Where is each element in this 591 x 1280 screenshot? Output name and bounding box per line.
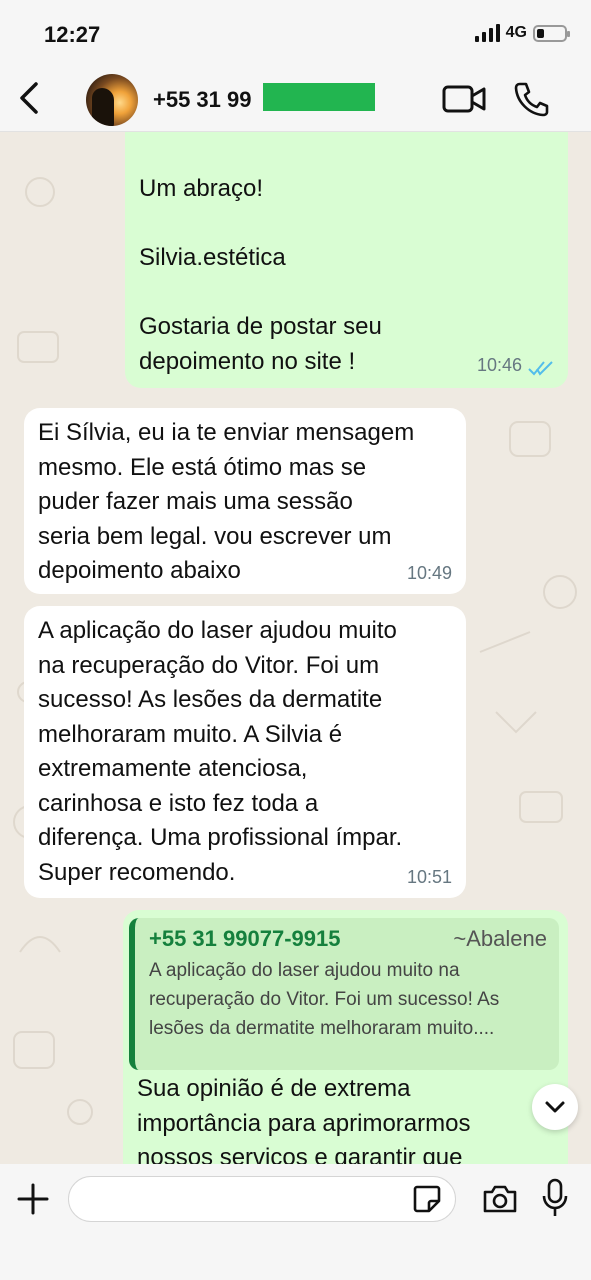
message-incoming[interactable]: Ei Sílvia, eu ia te enviar mensagem mesm… xyxy=(24,408,466,594)
message-incoming[interactable]: A aplicação do laser ajudou muito na rec… xyxy=(24,606,466,898)
back-icon xyxy=(20,82,38,114)
status-bar: 12:27 4G xyxy=(0,0,591,64)
message-time: 10:46 xyxy=(476,354,522,375)
sticker-button[interactable] xyxy=(412,1184,442,1214)
quoted-text: A aplicação do laser ajudou muito na rec… xyxy=(149,960,500,1039)
signal-icon xyxy=(474,24,500,42)
avatar[interactable] xyxy=(86,74,138,126)
attach-button[interactable] xyxy=(16,1182,50,1216)
message-input[interactable] xyxy=(68,1176,456,1222)
microphone-button[interactable] xyxy=(540,1178,570,1218)
chat-area[interactable]: Um abraço! Silvia.estética Gostaria de p… xyxy=(0,132,591,1164)
chevron-down-icon xyxy=(545,1101,565,1113)
redaction-block xyxy=(263,83,375,111)
voice-call-button[interactable] xyxy=(512,80,550,118)
quoted-sender-phone: +55 31 99077-9915 xyxy=(149,926,341,951)
message-time: 10:51 xyxy=(406,866,452,887)
message-text: A aplicação do laser ajudou muito na rec… xyxy=(38,617,403,886)
chat-header: +55 31 99 xyxy=(0,64,591,132)
plus-icon xyxy=(17,1183,49,1215)
message-text: Ei Sílvia, eu ia te enviar mensagem mesm… xyxy=(38,419,415,584)
quoted-message[interactable]: +55 31 99077-9915 ~Abalene A aplicação d… xyxy=(129,918,559,1070)
video-call-button[interactable] xyxy=(442,84,486,114)
message-time: 10:49 xyxy=(406,562,452,583)
camera-icon xyxy=(483,1185,517,1213)
status-time: 12:27 xyxy=(44,22,101,47)
video-call-icon xyxy=(442,85,486,113)
back-button[interactable] xyxy=(14,80,44,116)
quoted-sender-name: ~Abalene xyxy=(453,926,547,951)
message-outgoing[interactable]: Um abraço! Silvia.estética Gostaria de p… xyxy=(125,132,568,388)
battery-icon xyxy=(533,24,570,42)
sticker-icon xyxy=(413,1185,441,1213)
read-receipt-icon xyxy=(528,361,553,376)
camera-button[interactable] xyxy=(482,1182,518,1216)
status-indicators: 4G xyxy=(474,24,570,42)
phone-icon xyxy=(514,82,549,117)
message-composer xyxy=(0,1164,591,1280)
network-label: 4G xyxy=(505,24,527,41)
message-text: Sua opinião é de extrema importância par… xyxy=(137,1075,471,1164)
contact-name[interactable]: +55 31 99 xyxy=(153,87,251,113)
scroll-to-bottom-button[interactable] xyxy=(532,1084,578,1130)
microphone-icon xyxy=(542,1178,568,1216)
